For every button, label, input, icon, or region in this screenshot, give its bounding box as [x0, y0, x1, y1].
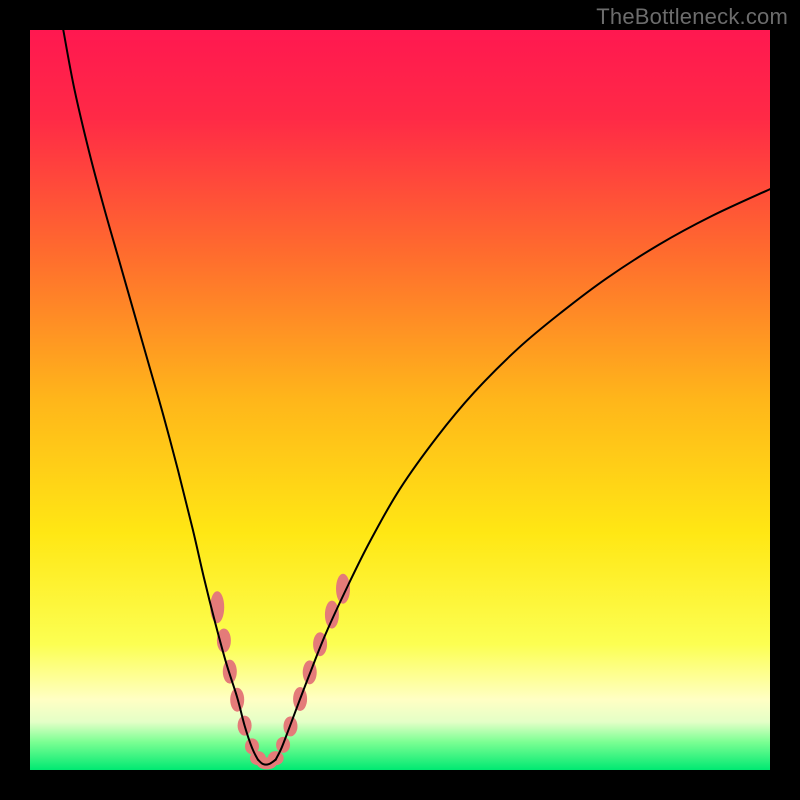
- chart-svg: [30, 30, 770, 770]
- watermark-text: TheBottleneck.com: [596, 4, 788, 30]
- highlight-bubble: [210, 591, 224, 623]
- highlight-bubble: [336, 574, 350, 604]
- highlight-bubble: [325, 601, 339, 629]
- chart-frame: TheBottleneck.com: [0, 0, 800, 800]
- plot-area: [30, 30, 770, 770]
- gradient-background: [30, 30, 770, 770]
